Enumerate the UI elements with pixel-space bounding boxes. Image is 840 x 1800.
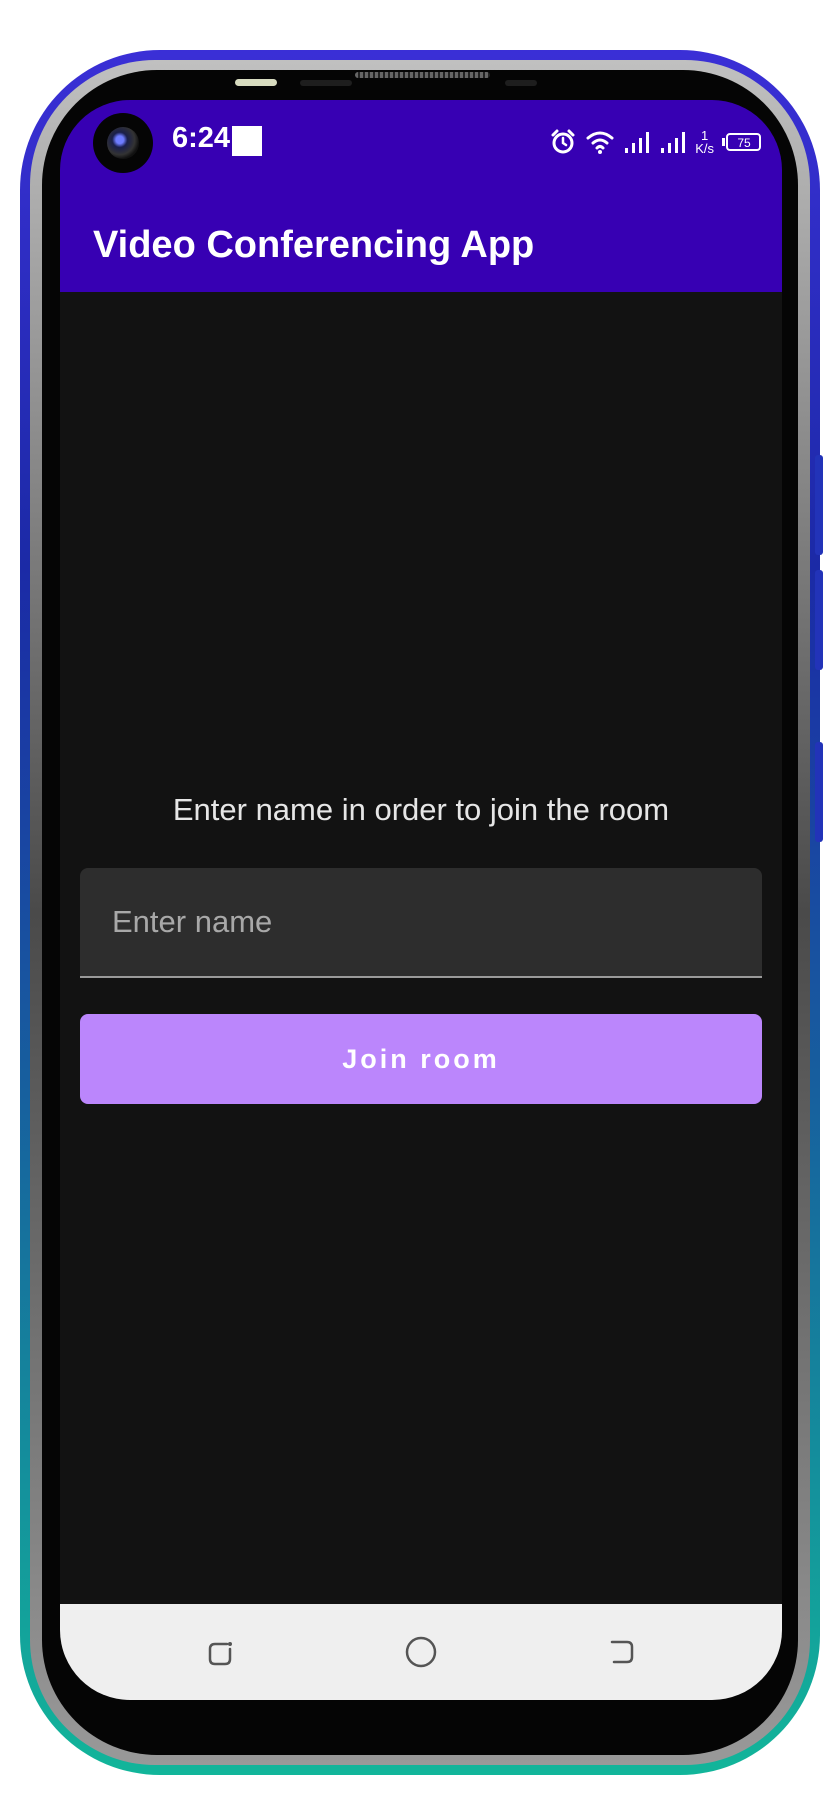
join-room-button[interactable]: Join room xyxy=(80,1014,762,1104)
battery-level: 75 xyxy=(737,136,751,150)
alarm-icon xyxy=(551,129,575,154)
status-time: 6:24 xyxy=(172,122,231,154)
signal-icon xyxy=(625,132,650,153)
name-input[interactable] xyxy=(80,868,762,976)
name-field[interactable] xyxy=(80,868,762,978)
notification-square-icon xyxy=(232,126,262,156)
volume-down-button xyxy=(815,570,823,670)
power-button xyxy=(815,742,823,842)
earpiece-speaker xyxy=(355,72,490,78)
app-title: Video Conferencing App xyxy=(93,224,535,266)
front-flash xyxy=(235,79,277,86)
light-sensor xyxy=(505,80,537,86)
battery-icon: 75 xyxy=(722,133,761,151)
network-speed-unit: K/s xyxy=(695,141,714,156)
join-room-screen: Enter name in order to join the room Joi… xyxy=(60,292,782,1604)
back-icon[interactable] xyxy=(602,1632,642,1672)
navigation-bar xyxy=(60,1604,782,1700)
home-icon[interactable] xyxy=(401,1632,441,1672)
volume-up-button xyxy=(815,455,823,555)
status-bar: 6:24 1 K/s 75 xyxy=(60,100,782,192)
signal-icon xyxy=(661,132,686,153)
join-prompt: Enter name in order to join the room xyxy=(172,792,670,827)
front-camera-icon xyxy=(93,113,153,173)
phone-screen: 6:24 1 K/s 75 Video Conferencing App Ent… xyxy=(60,100,782,1700)
camera-lens xyxy=(107,127,139,159)
recent-apps-icon[interactable] xyxy=(200,1632,240,1672)
app-bar: Video Conferencing App xyxy=(60,192,782,292)
wifi-icon xyxy=(586,131,614,154)
network-speed: 1 K/s xyxy=(695,129,714,155)
proximity-sensor xyxy=(300,80,352,86)
status-icons: 1 K/s 75 xyxy=(549,122,762,162)
